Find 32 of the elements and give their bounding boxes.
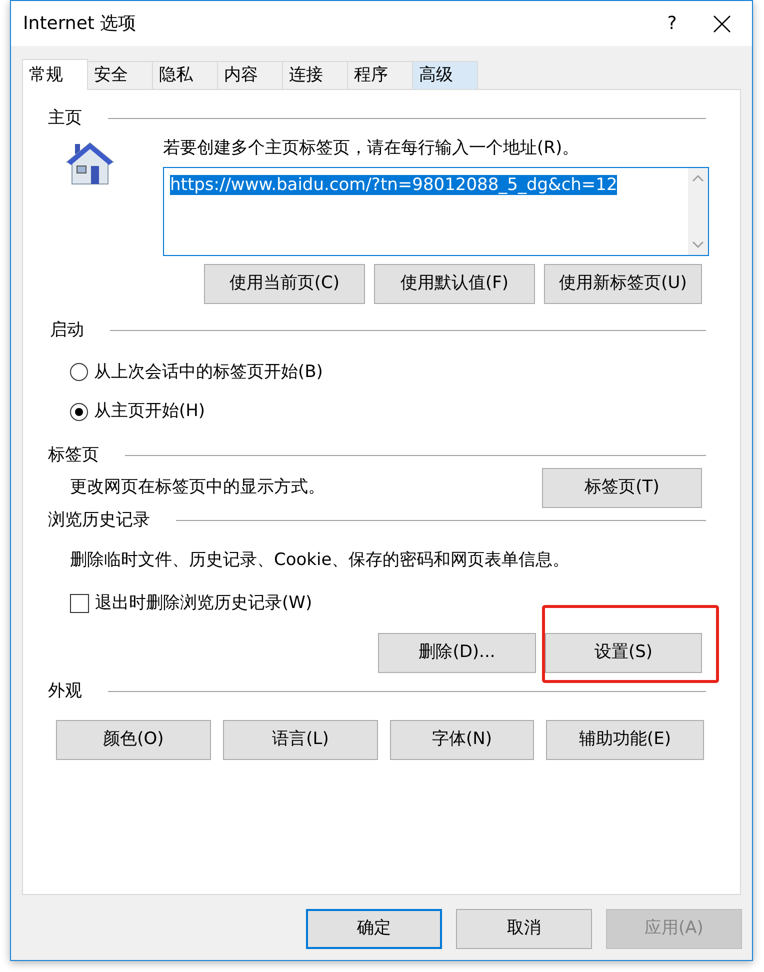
house-icon bbox=[65, 140, 115, 188]
window-title: Internet 选项 bbox=[23, 12, 136, 36]
button[interactable]: 取消 bbox=[456, 909, 592, 949]
group-heading: 浏览历史记录 bbox=[48, 509, 150, 532]
tab[interactable]: 高级 bbox=[412, 61, 478, 89]
help-button[interactable]: ? bbox=[652, 10, 692, 37]
radio-label[interactable]: 从上次会话中的标签页开始(B) bbox=[94, 360, 323, 385]
button[interactable]: 字体(N) bbox=[390, 720, 534, 760]
button[interactable]: 语言(L) bbox=[223, 720, 378, 760]
group-heading: 标签页 bbox=[48, 444, 99, 466]
description-text: 删除临时文件、历史记录、Cookie、保存的密码和网页表单信息。 bbox=[70, 548, 571, 572]
checkbox[interactable] bbox=[70, 594, 89, 614]
button[interactable]: 颜色(O) bbox=[56, 720, 211, 760]
button[interactable]: 确定 bbox=[306, 909, 442, 949]
radio-button[interactable] bbox=[70, 402, 88, 421]
group-heading: 启动 bbox=[50, 319, 84, 342]
checkbox-label[interactable]: 退出时删除浏览历史记录(W) bbox=[95, 591, 312, 616]
button[interactable]: 使用当前页(C) bbox=[204, 264, 365, 304]
tab[interactable]: 常规 bbox=[22, 59, 88, 90]
close-icon bbox=[713, 14, 731, 32]
group-heading: 主页 bbox=[48, 107, 82, 130]
button[interactable]: 标签页(T) bbox=[542, 468, 702, 508]
button[interactable]: 删除(D)... bbox=[378, 632, 536, 672]
instruction-text: 若要创建多个主页标签页，请在每行输入一个地址(R)。 bbox=[163, 136, 580, 160]
button[interactable]: 辅助功能(E) bbox=[546, 720, 704, 760]
group-heading: 外观 bbox=[48, 680, 82, 702]
radio-button[interactable] bbox=[70, 363, 88, 382]
button[interactable]: 使用新标签页(U) bbox=[544, 264, 702, 304]
button[interactable]: 使用默认值(F) bbox=[374, 264, 535, 304]
radio-label[interactable]: 从主页开始(H) bbox=[94, 399, 206, 424]
button[interactable]: 设置(S) bbox=[545, 632, 702, 672]
description-text: 更改网页在标签页中的显示方式。 bbox=[70, 476, 325, 500]
